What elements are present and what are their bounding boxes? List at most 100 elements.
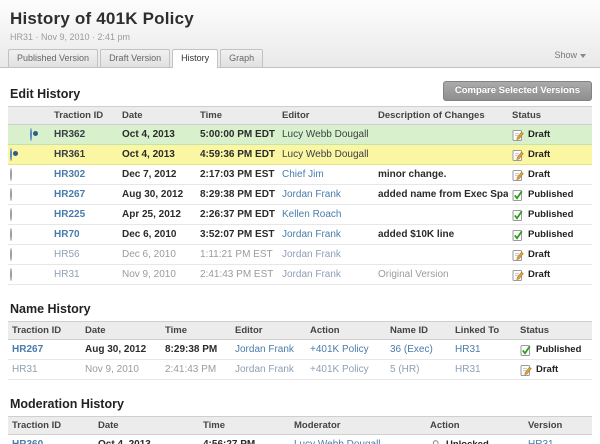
date-cell: Apr 25, 2012 <box>118 205 196 225</box>
traction-id-link[interactable]: HR267 <box>50 185 118 205</box>
tab-draft-version[interactable]: Draft Version <box>100 49 170 67</box>
status-label: Draft <box>528 149 550 160</box>
radio-cell <box>8 225 28 245</box>
editor-link[interactable]: Lucy Webb Dougall <box>278 145 374 165</box>
status-badge: Draft <box>512 129 588 141</box>
moderation-history-table: Traction IDDateTimeModeratorActionVersio… <box>8 416 592 444</box>
status-badge: Unlocked <box>430 439 520 444</box>
version-link[interactable]: HR31 <box>524 435 592 444</box>
column-header: Time <box>196 107 278 125</box>
header-row: Traction IDDateTimeEditorDescription of … <box>8 107 592 125</box>
compare-selected-versions-button[interactable]: Compare Selected Versions <box>443 81 592 101</box>
column-header: Date <box>118 107 196 125</box>
linked-to-link[interactable]: HR31 <box>451 360 516 380</box>
editor-link[interactable]: Kellen Roach <box>278 205 374 225</box>
column-header: Time <box>161 322 231 340</box>
status-badge: Draft <box>512 249 588 261</box>
description-cell <box>374 245 508 265</box>
compare-radio-a[interactable] <box>10 208 12 221</box>
traction-id-link[interactable]: HR31 <box>50 265 118 285</box>
compare-radio-a[interactable] <box>10 148 12 161</box>
radio-cell <box>28 265 50 285</box>
tab-history[interactable]: History <box>172 49 218 68</box>
published-icon <box>512 209 524 221</box>
unlocked-icon <box>430 439 442 444</box>
status-label: Unlocked <box>446 439 489 444</box>
column-header: Description of Changes <box>374 107 508 125</box>
traction-id-link[interactable]: HR362 <box>50 125 118 145</box>
editor-link[interactable]: Jordan Frank <box>278 185 374 205</box>
description-cell: added name from Exec Space <box>374 185 508 205</box>
traction-id-link[interactable]: HR360 <box>8 435 94 444</box>
table-row: HR70Dec 6, 20103:52:07 PM ESTJordan Fran… <box>8 225 592 245</box>
date-cell: Dec 7, 2012 <box>118 165 196 185</box>
published-icon <box>512 189 524 201</box>
description-cell: added $10K line <box>374 225 508 245</box>
name-id-link[interactable]: 36 (Exec) <box>386 340 451 360</box>
time-cell: 8:29:38 PM EDT <box>196 185 278 205</box>
description-cell: minor change. <box>374 165 508 185</box>
chevron-down-icon <box>580 54 586 58</box>
radio-cell <box>28 185 50 205</box>
editor-link[interactable]: Jordan Frank <box>231 360 306 380</box>
time-cell: 5:00:00 PM EDT <box>196 125 278 145</box>
traction-id-link[interactable]: HR302 <box>50 165 118 185</box>
status-cell: Draft <box>516 360 592 380</box>
edit-history-table: Traction IDDateTimeEditorDescription of … <box>8 106 592 285</box>
editor-link[interactable]: Jordan Frank <box>278 245 374 265</box>
draft-icon <box>512 269 524 281</box>
show-dropdown[interactable]: Show <box>554 50 586 60</box>
published-icon <box>520 344 532 356</box>
action-link[interactable]: +401K Policy <box>306 360 386 380</box>
compare-radio-a[interactable] <box>10 168 12 181</box>
time-cell: 1:11:21 PM EST <box>196 245 278 265</box>
page-header: History of 401K Policy HR31 · Nov 9, 201… <box>0 0 600 68</box>
compare-radio-a[interactable] <box>10 248 12 261</box>
traction-id-link[interactable]: HR361 <box>50 145 118 165</box>
tab-published-version[interactable]: Published Version <box>8 49 98 67</box>
table-row: HR362Oct 4, 20135:00:00 PM EDTLucy Webb … <box>8 125 592 145</box>
action-link[interactable]: +401K Policy <box>306 340 386 360</box>
header-row: Traction IDDateTimeEditorActionName IDLi… <box>8 322 592 340</box>
traction-id-link[interactable]: HR225 <box>50 205 118 225</box>
traction-id-link[interactable]: HR70 <box>50 225 118 245</box>
traction-id-link[interactable]: HR267 <box>8 340 81 360</box>
date-cell: Aug 30, 2012 <box>118 185 196 205</box>
column-header: Time <box>199 417 290 435</box>
tab-graph[interactable]: Graph <box>220 49 263 67</box>
traction-id-link[interactable]: HR56 <box>50 245 118 265</box>
action-cell: Unlocked <box>426 435 524 444</box>
compare-radio-a[interactable] <box>10 228 12 241</box>
name-history-table: Traction IDDateTimeEditorActionName IDLi… <box>8 321 592 380</box>
table-row: HR302Dec 7, 20122:17:03 PM ESTChief Jimm… <box>8 165 592 185</box>
status-label: Published <box>528 209 573 220</box>
editor-link[interactable]: Jordan Frank <box>278 265 374 285</box>
radio-cell <box>28 145 50 165</box>
status-badge: Published <box>512 189 588 201</box>
moderation-history-header: Moderation History <box>10 397 592 411</box>
table-row: HR267Aug 30, 20128:29:38 PMJordan Frank+… <box>8 340 592 360</box>
column-header: Status <box>508 107 592 125</box>
compare-radio-b[interactable] <box>30 128 32 141</box>
name-id-link[interactable]: 5 (HR) <box>386 360 451 380</box>
time-cell: 3:52:07 PM EST <box>196 225 278 245</box>
date-cell: Nov 9, 2010 <box>81 360 161 380</box>
table-row: HR225Apr 25, 20122:26:37 PM EDTKellen Ro… <box>8 205 592 225</box>
editor-link[interactable]: Lucy Webb Dougall <box>278 125 374 145</box>
page-title: History of 401K Policy <box>10 9 590 29</box>
moderator-link[interactable]: Lucy Webb Dougall <box>290 435 426 444</box>
draft-icon <box>512 149 524 161</box>
status-label: Published <box>528 229 573 240</box>
status-label: Published <box>536 344 581 355</box>
time-cell: 8:29:38 PM <box>161 340 231 360</box>
status-cell: Draft <box>508 145 592 165</box>
radio-cell <box>28 165 50 185</box>
editor-link[interactable]: Jordan Frank <box>231 340 306 360</box>
compare-radio-a[interactable] <box>10 188 12 201</box>
editor-link[interactable]: Chief Jim <box>278 165 374 185</box>
column-header: Date <box>94 417 199 435</box>
compare-radio-a[interactable] <box>10 268 12 281</box>
traction-id-link[interactable]: HR31 <box>8 360 81 380</box>
linked-to-link[interactable]: HR31 <box>451 340 516 360</box>
editor-link[interactable]: Jordan Frank <box>278 225 374 245</box>
